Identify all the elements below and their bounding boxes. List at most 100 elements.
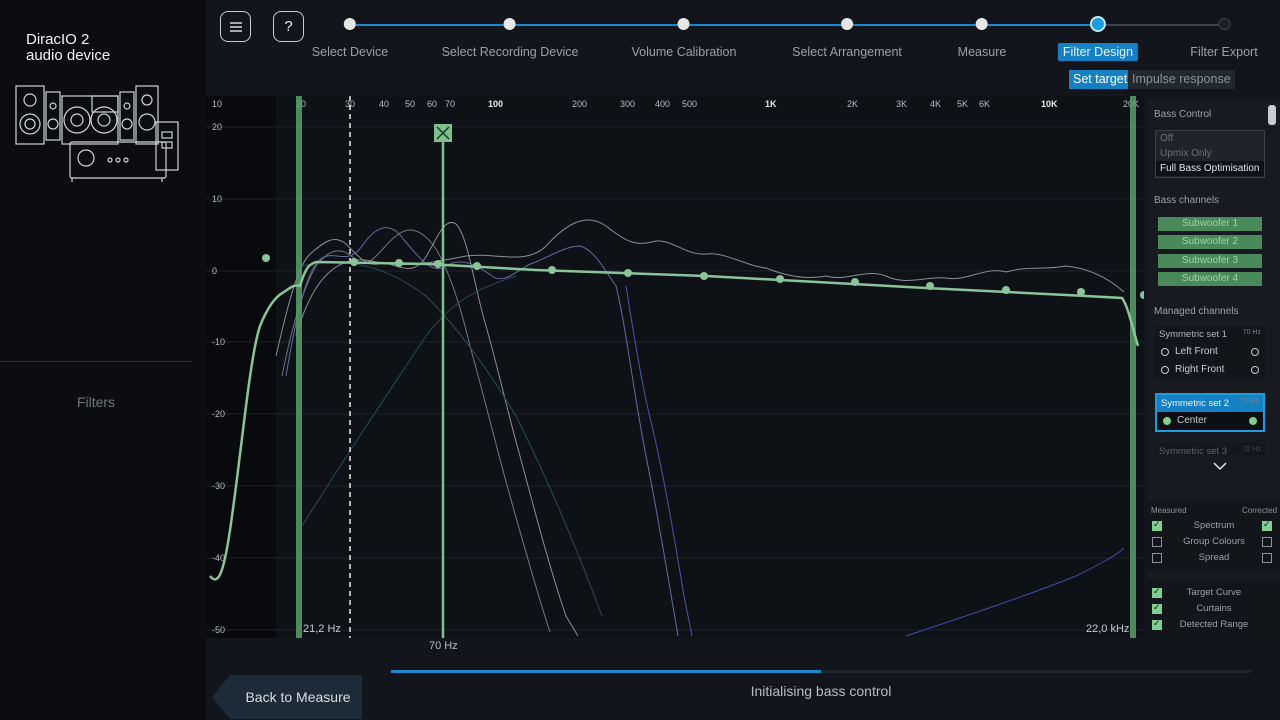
channel-name: Center — [1177, 415, 1208, 426]
menu-button[interactable] — [220, 11, 251, 42]
channel-center[interactable]: Center — [1157, 412, 1263, 430]
subwoofer-1-button[interactable]: Subwoofer 1 — [1158, 217, 1262, 231]
spread-corrected-checkbox[interactable] — [1262, 553, 1272, 563]
bass-control-heading: Bass Control — [1154, 109, 1212, 120]
step-label: Volume Calibration — [631, 45, 737, 59]
back-to-measure-button[interactable]: Back to Measure — [212, 675, 362, 719]
target-curve-option[interactable]: Target Curve — [1148, 586, 1280, 600]
x-tick: 10 — [212, 99, 222, 109]
speaker-system-icon — [15, 85, 179, 182]
step-dot-active — [1089, 16, 1106, 32]
channel-left-front[interactable]: Left Front — [1155, 343, 1265, 361]
symmetric-set-3[interactable]: Symmetric set 3 72 Hz — [1155, 443, 1265, 455]
high-curtain[interactable] — [1130, 96, 1136, 638]
x-tick: 200 — [572, 99, 587, 109]
step-volume-calibration[interactable]: Volume Calibration — [627, 0, 742, 61]
group-colours-corrected-checkbox[interactable] — [1262, 537, 1272, 547]
group-colours-label: Group Colours — [1183, 536, 1245, 547]
step-dot — [504, 18, 516, 30]
subwoofer-4-button[interactable]: Subwoofer 4 — [1158, 272, 1262, 286]
x-tick: 500 — [682, 99, 697, 109]
set-title: Symmetric set 1 70 Hz — [1155, 326, 1265, 343]
channel-toggle-icon — [1249, 417, 1257, 425]
left-divider — [0, 361, 192, 362]
spread-option[interactable]: Spread — [1148, 551, 1280, 565]
symmetric-set-2[interactable]: Symmetric set 2 70 Hz Center — [1155, 393, 1265, 432]
set-crossover: 72 Hz — [1242, 446, 1261, 453]
y-tick: -30 — [212, 481, 225, 491]
subwoofer-2-button[interactable]: Subwoofer 2 — [1158, 235, 1262, 249]
bass-control-option-upmix[interactable]: Upmix Only — [1156, 146, 1264, 161]
set-crossover: 70 Hz — [1242, 329, 1261, 336]
channel-name: Right Front — [1175, 364, 1225, 375]
x-tick: 1K — [765, 99, 777, 109]
panel-scrollbar[interactable] — [1268, 105, 1276, 125]
graph-canvas: 10 20 30 40 50 60 70 100 200 300 400 500… — [206, 96, 1144, 638]
left-panel: DiracIO 2 audio device Filters — [0, 0, 206, 720]
bass-control-option-full[interactable]: Full Bass Optimisation — [1156, 161, 1264, 176]
low-curtain[interactable] — [296, 96, 302, 638]
step-dot — [840, 18, 853, 30]
target-curve-label: Target Curve — [1186, 587, 1242, 598]
x-tick: 400 — [655, 99, 670, 109]
symmetric-set-1[interactable]: Symmetric set 1 70 Hz Left Front Right F… — [1155, 326, 1265, 379]
spread-label: Spread — [1198, 552, 1230, 563]
managed-channels-heading: Managed channels — [1154, 306, 1239, 317]
step-select-recording-device[interactable]: Select Recording Device — [437, 0, 584, 61]
set-title-text: Symmetric set 3 — [1159, 446, 1228, 455]
y-tick: -50 — [212, 625, 225, 635]
detected-range-label: Detected Range — [1179, 619, 1249, 630]
step-label: Select Recording Device — [441, 45, 579, 59]
help-button[interactable]: ? — [273, 11, 304, 42]
low-curtain-label: 21,2 Hz — [303, 623, 341, 635]
x-tick: 300 — [620, 99, 635, 109]
channel-right-front[interactable]: Right Front — [1155, 361, 1265, 379]
spectrum-option[interactable]: Spectrum — [1148, 519, 1280, 533]
app-title-line1: DiracIO 2 — [26, 31, 90, 48]
step-dot — [1217, 18, 1230, 30]
group-colours-option[interactable]: Group Colours — [1148, 535, 1280, 549]
step-measure[interactable]: Measure — [953, 0, 1012, 61]
progress-bar — [391, 670, 1251, 673]
set-title: Symmetric set 3 72 Hz — [1155, 443, 1265, 455]
step-filter-export[interactable]: Filter Export — [1185, 0, 1262, 61]
step-select-device[interactable]: Select Device — [307, 0, 393, 61]
menu-icon — [229, 21, 242, 32]
curtains-label: Curtains — [1196, 603, 1232, 614]
spectrum-label: Spectrum — [1193, 520, 1235, 531]
channel-toggle-icon — [1251, 366, 1259, 374]
tab-impulse-response[interactable]: Impulse response — [1128, 70, 1235, 89]
step-dot — [344, 18, 356, 30]
filters-label[interactable]: Filters — [0, 394, 192, 410]
detected-range-option[interactable]: Detected Range — [1148, 618, 1280, 632]
step-select-arrangement[interactable]: Select Arrangement — [787, 0, 907, 61]
app-title-line2: audio device — [26, 47, 111, 64]
y-tick: 0 — [212, 266, 217, 276]
set-crossover: 70 Hz — [1240, 398, 1259, 405]
channel-toggle-icon — [1163, 417, 1171, 425]
bass-control-select[interactable]: Off Upmix Only Full Bass Optimisation — [1155, 130, 1265, 178]
x-tick: 50 — [405, 99, 415, 109]
set-title-text: Symmetric set 1 — [1159, 329, 1228, 340]
x-tick: 100 — [488, 99, 503, 109]
x-tick: 10K — [1041, 99, 1058, 109]
x-tick: 2K — [847, 99, 858, 109]
x-tick: 70 — [445, 99, 455, 109]
step-dot — [975, 18, 988, 30]
tab-set-target[interactable]: Set target — [1069, 70, 1132, 89]
chevron-down-icon[interactable] — [1213, 461, 1227, 471]
measured-header: Measured — [1151, 506, 1187, 515]
set-title-text: Symmetric set 2 — [1161, 398, 1230, 409]
settings-panel: Bass Control Off Upmix Only Full Bass Op… — [1148, 99, 1280, 639]
high-curtain-label: 22,0 kHz — [1086, 623, 1129, 635]
x-tick: 6K — [979, 99, 990, 109]
subwoofer-3-button[interactable]: Subwoofer 3 — [1158, 254, 1262, 268]
bass-control-option-off[interactable]: Off — [1156, 131, 1264, 146]
frequency-response-graph[interactable]: 10 20 30 40 50 60 70 100 200 300 400 500… — [206, 96, 1144, 638]
step-filter-design[interactable]: Filter Design — [1057, 0, 1139, 61]
spectrum-corrected-checkbox[interactable] — [1262, 519, 1272, 531]
curtains-option[interactable]: Curtains — [1148, 602, 1280, 616]
x-tick: 4K — [930, 99, 941, 109]
channel-name: Left Front — [1175, 346, 1218, 357]
set-title: Symmetric set 2 70 Hz — [1157, 395, 1263, 412]
